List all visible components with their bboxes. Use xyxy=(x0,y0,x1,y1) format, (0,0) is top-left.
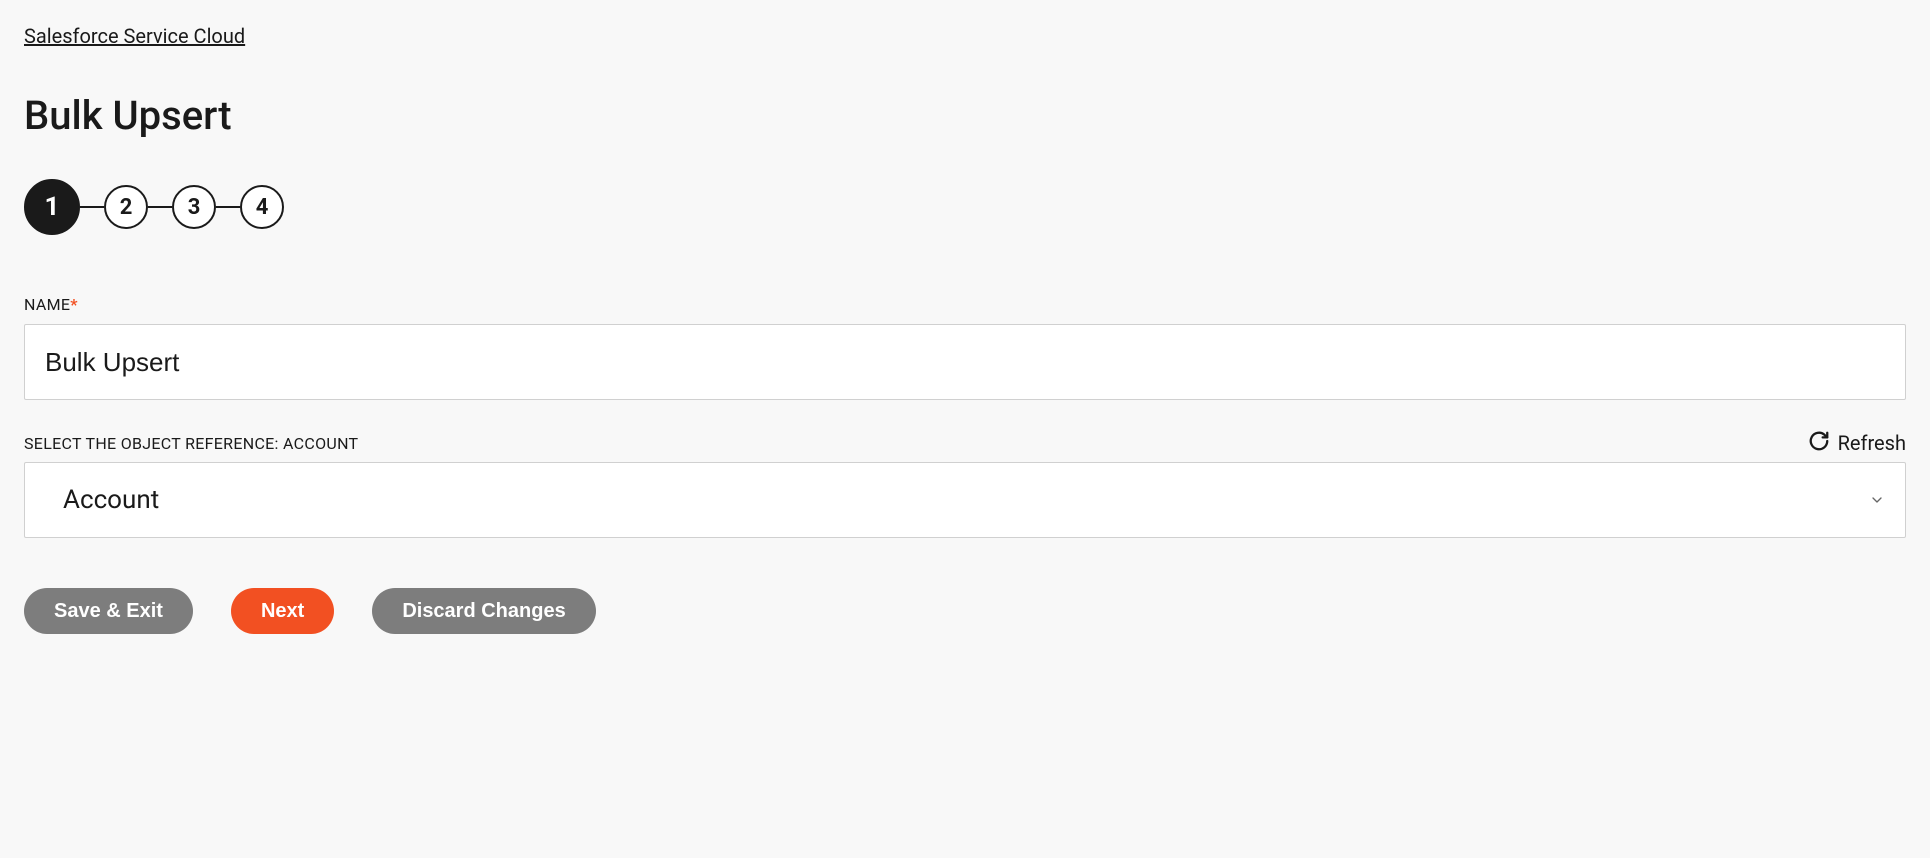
name-label-text: NAME xyxy=(24,295,70,314)
button-row: Save & Exit Next Discard Changes xyxy=(24,588,1906,634)
name-field-label: NAME* xyxy=(24,295,1906,314)
object-ref-label-row: SELECT THE OBJECT REFERENCE: ACCOUNT Ref… xyxy=(24,430,1906,456)
step-1[interactable]: 1 xyxy=(24,179,80,235)
discard-changes-button[interactable]: Discard Changes xyxy=(372,588,595,634)
name-input[interactable] xyxy=(24,324,1906,400)
save-exit-button[interactable]: Save & Exit xyxy=(24,588,193,634)
next-button[interactable]: Next xyxy=(231,588,334,634)
object-ref-field-group: SELECT THE OBJECT REFERENCE: ACCOUNT Ref… xyxy=(24,430,1906,538)
step-3[interactable]: 3 xyxy=(172,185,216,229)
step-connector xyxy=(80,206,104,208)
object-ref-select[interactable]: Account xyxy=(24,462,1906,538)
refresh-icon xyxy=(1808,430,1830,456)
page-title: Bulk Upsert xyxy=(24,92,1906,139)
refresh-label: Refresh xyxy=(1838,431,1906,455)
step-2[interactable]: 2 xyxy=(104,185,148,229)
step-4[interactable]: 4 xyxy=(240,185,284,229)
breadcrumb-link[interactable]: Salesforce Service Cloud xyxy=(24,24,245,48)
step-connector xyxy=(216,206,240,208)
required-asterisk: * xyxy=(70,295,78,314)
step-connector xyxy=(148,206,172,208)
stepper: 1 2 3 4 xyxy=(24,179,1906,235)
object-ref-label: SELECT THE OBJECT REFERENCE: ACCOUNT xyxy=(24,434,358,453)
name-field-group: NAME* xyxy=(24,295,1906,400)
chevron-down-icon xyxy=(1869,485,1885,515)
object-ref-selected-value: Account xyxy=(63,485,159,515)
refresh-button[interactable]: Refresh xyxy=(1808,430,1906,456)
